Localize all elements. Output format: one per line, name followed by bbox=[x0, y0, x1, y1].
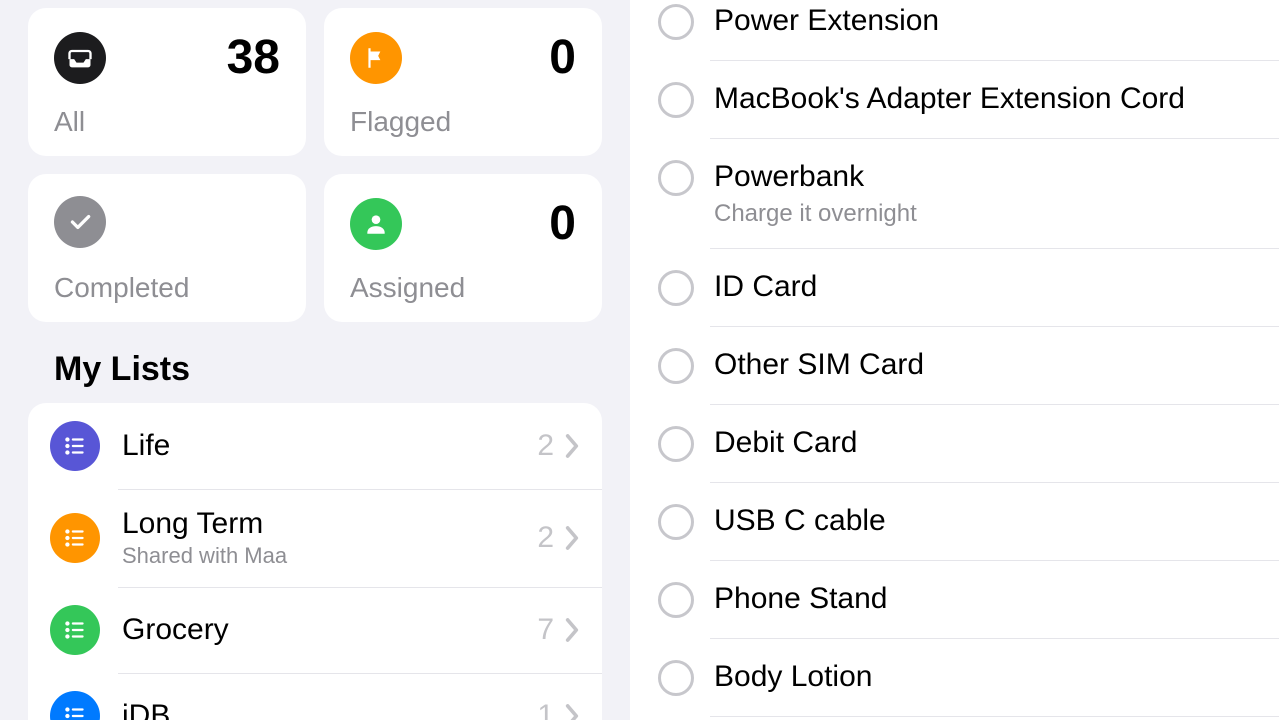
person-icon bbox=[350, 198, 402, 250]
list-grocery[interactable]: Grocery 7 bbox=[28, 587, 602, 673]
reminders-detail: Power Extension MacBook's Adapter Extens… bbox=[630, 0, 1279, 720]
reminder-title: MacBook's Adapter Extension Cord bbox=[714, 80, 1185, 118]
reminder-checkbox[interactable] bbox=[658, 270, 694, 306]
chevron-right-icon bbox=[564, 617, 580, 643]
smartlist-all-count: 38 bbox=[227, 30, 280, 85]
list-count: 1 bbox=[537, 699, 554, 720]
reminder-text: MacBook's Adapter Extension Cord bbox=[714, 80, 1185, 118]
list-idb[interactable]: iDB 1 bbox=[28, 673, 602, 720]
reminder-checkbox[interactable] bbox=[658, 504, 694, 540]
reminder-row[interactable]: Body Lotion bbox=[630, 638, 1279, 716]
reminder-text: Phone Stand bbox=[714, 580, 887, 618]
flag-icon bbox=[350, 32, 402, 84]
reminder-row[interactable]: Powerbank Charge it overnight bbox=[630, 138, 1279, 248]
reminder-row[interactable]: ID Card bbox=[630, 248, 1279, 326]
reminder-checkbox[interactable] bbox=[658, 4, 694, 40]
list-icon bbox=[50, 605, 100, 655]
reminder-text: Body Lotion bbox=[714, 658, 872, 696]
list-title: Life bbox=[122, 429, 537, 463]
reminder-row[interactable]: Cotton Tshirts bbox=[630, 716, 1279, 720]
reminder-text: Other SIM Card bbox=[714, 346, 924, 384]
smart-lists-grid: 38 All 0 Flagged bbox=[28, 8, 602, 322]
smartlist-completed[interactable]: Completed bbox=[28, 174, 306, 322]
reminder-title: Debit Card bbox=[714, 424, 857, 462]
list-icon bbox=[50, 691, 100, 720]
chevron-right-icon bbox=[564, 703, 580, 720]
smartlist-assigned-label: Assigned bbox=[350, 272, 576, 304]
reminder-title: Body Lotion bbox=[714, 658, 872, 696]
smartlist-assigned[interactable]: 0 Assigned bbox=[324, 174, 602, 322]
smartlist-flagged-count: 0 bbox=[549, 30, 576, 85]
app-root: 38 All 0 Flagged bbox=[0, 0, 1279, 720]
reminder-title: Other SIM Card bbox=[714, 346, 924, 384]
list-title: Grocery bbox=[122, 613, 537, 647]
list-life[interactable]: Life 2 bbox=[28, 403, 602, 489]
chevron-right-icon bbox=[564, 433, 580, 459]
smartlist-flagged-label: Flagged bbox=[350, 106, 576, 138]
card-top: 0 bbox=[350, 30, 576, 85]
list-subtitle: Shared with Maa bbox=[122, 543, 537, 569]
card-top bbox=[54, 196, 280, 248]
smartlist-all-label: All bbox=[54, 106, 280, 138]
chevron-right-icon bbox=[564, 525, 580, 551]
reminder-text: Power Extension bbox=[714, 2, 939, 40]
list-count: 7 bbox=[537, 613, 554, 647]
sidebar: 38 All 0 Flagged bbox=[0, 0, 630, 720]
list-title: iDB bbox=[122, 699, 537, 720]
reminder-title: ID Card bbox=[714, 268, 817, 306]
reminder-text: ID Card bbox=[714, 268, 817, 306]
smartlist-flagged[interactable]: 0 Flagged bbox=[324, 8, 602, 156]
reminder-checkbox[interactable] bbox=[658, 426, 694, 462]
reminder-note: Charge it overnight bbox=[714, 200, 917, 228]
list-count: 2 bbox=[537, 429, 554, 463]
reminder-title: Power Extension bbox=[714, 2, 939, 40]
check-icon bbox=[54, 196, 106, 248]
smartlist-completed-label: Completed bbox=[54, 272, 280, 304]
list-icon bbox=[50, 421, 100, 471]
reminder-checkbox[interactable] bbox=[658, 160, 694, 196]
list-text: Long Term Shared with Maa bbox=[122, 507, 537, 569]
reminder-row[interactable]: Power Extension bbox=[630, 0, 1279, 60]
tray-icon bbox=[54, 32, 106, 84]
reminder-text: USB C cable bbox=[714, 502, 886, 540]
card-top: 0 bbox=[350, 196, 576, 251]
list-long-term[interactable]: Long Term Shared with Maa 2 bbox=[28, 489, 602, 587]
list-text: Grocery bbox=[122, 613, 537, 647]
smartlist-all[interactable]: 38 All bbox=[28, 8, 306, 156]
smartlist-assigned-count: 0 bbox=[549, 196, 576, 251]
reminder-title: Powerbank bbox=[714, 158, 917, 196]
my-lists-container: Life 2 Long Term Shared with Maa 2 bbox=[28, 403, 602, 720]
card-top: 38 bbox=[54, 30, 280, 85]
reminder-row[interactable]: Other SIM Card bbox=[630, 326, 1279, 404]
list-icon bbox=[50, 513, 100, 563]
reminder-title: Phone Stand bbox=[714, 580, 887, 618]
reminder-checkbox[interactable] bbox=[658, 348, 694, 384]
reminder-row[interactable]: Phone Stand bbox=[630, 560, 1279, 638]
list-count: 2 bbox=[537, 521, 554, 555]
reminder-row[interactable]: USB C cable bbox=[630, 482, 1279, 560]
reminder-checkbox[interactable] bbox=[658, 660, 694, 696]
reminder-checkbox[interactable] bbox=[658, 582, 694, 618]
list-text: iDB bbox=[122, 699, 537, 720]
reminder-text: Powerbank Charge it overnight bbox=[714, 158, 917, 228]
list-title: Long Term bbox=[122, 507, 537, 541]
reminder-row[interactable]: Debit Card bbox=[630, 404, 1279, 482]
reminder-text: Debit Card bbox=[714, 424, 857, 462]
reminder-checkbox[interactable] bbox=[658, 82, 694, 118]
list-text: Life bbox=[122, 429, 537, 463]
reminder-row[interactable]: MacBook's Adapter Extension Cord bbox=[630, 60, 1279, 138]
reminder-title: USB C cable bbox=[714, 502, 886, 540]
my-lists-heading: My Lists bbox=[54, 350, 602, 389]
